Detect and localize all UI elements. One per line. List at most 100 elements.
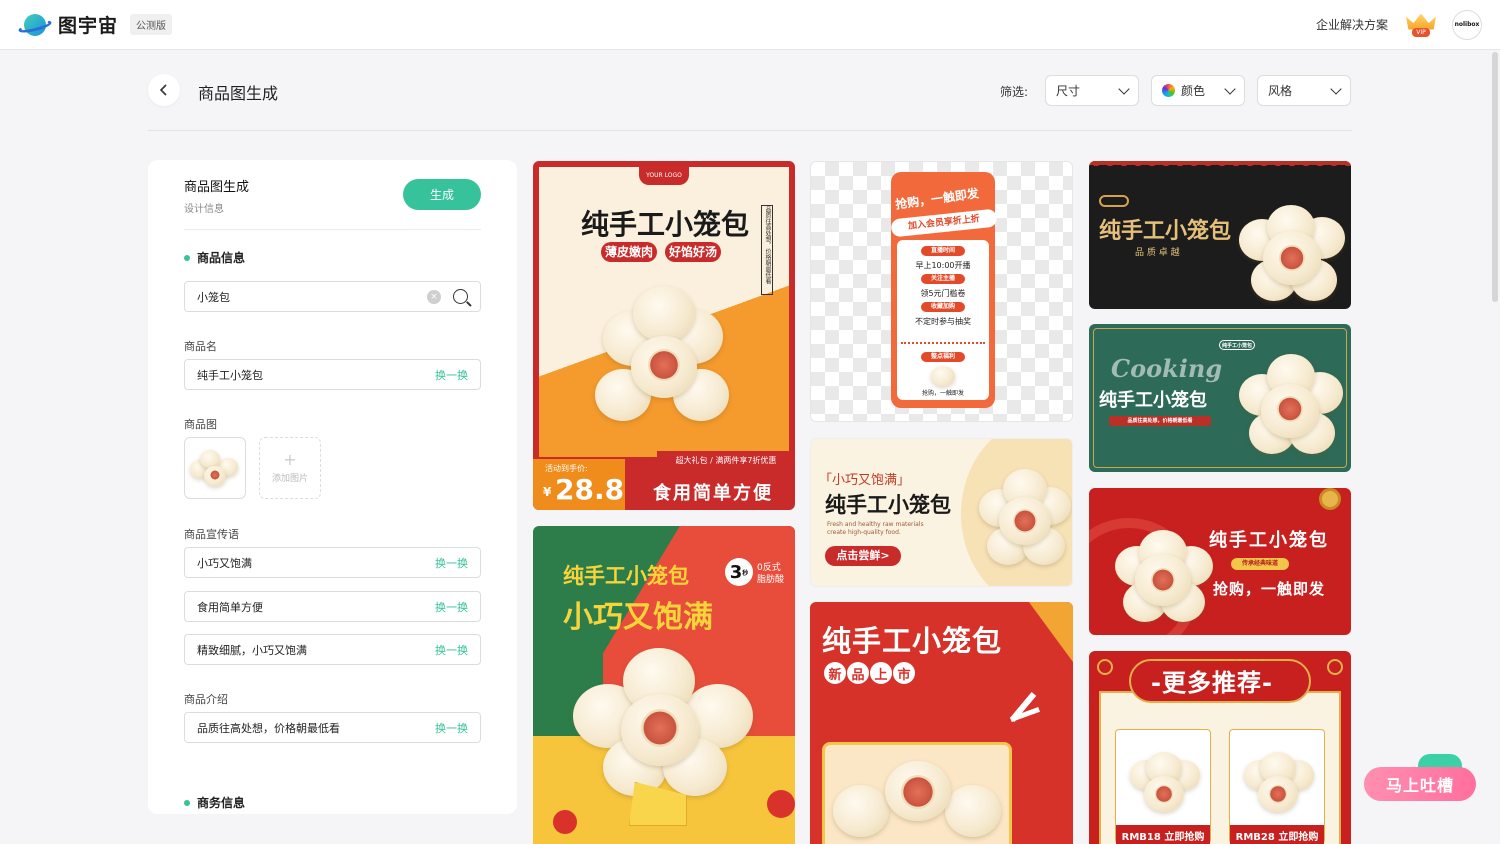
style-filter-dropdown[interactable]: 风格	[1257, 75, 1351, 106]
chevron-left-icon	[159, 84, 167, 96]
card-5-corner	[1028, 602, 1073, 662]
slogan-value-3: 精致细腻，小巧又饱满	[197, 643, 307, 657]
card-3-binder-rings	[901, 336, 985, 344]
product-name-label: 商品名	[184, 340, 217, 353]
swap-intro-button[interactable]: 换一换	[435, 720, 468, 736]
card-8-tag: 传承经典味道	[1231, 558, 1289, 570]
slogan-value-2: 食用简单方便	[197, 600, 263, 614]
chevron-down-icon	[1118, 82, 1130, 95]
add-image-button[interactable]: + 添加图片	[259, 437, 321, 499]
search-icon[interactable]	[453, 289, 468, 304]
result-card-6[interactable]: 纯手工小笼包 品 质 卓 越	[1089, 161, 1351, 309]
card-2-badge-text: 0反式 脂肪酸	[757, 562, 784, 586]
card-3-line-2: 领5元门槛卷	[920, 289, 966, 298]
result-card-3[interactable]: 抢购，一触即发 加入会员享折上折 直播时间 早上10:00开播 关注主播 领5元…	[810, 161, 1073, 422]
card-1-slogan: 食用简单方便	[653, 483, 773, 504]
card-3-line-3: 不定时参与抽奖	[915, 317, 971, 326]
recommend-item-2[interactable]: RMB28 立即抢购	[1229, 729, 1325, 844]
card-7-bottom-tag: 品质往高处想，价格朝最低看	[1109, 416, 1211, 426]
result-card-2[interactable]: 纯手工小笼包 小巧又饱满 3秒 0反式 脂肪酸	[533, 526, 795, 844]
card-4-quote: 「小巧又饱满」	[819, 473, 911, 488]
panel-title: 商品图生成	[184, 180, 250, 195]
product-name-field[interactable]: 纯手工小笼包 换一换	[184, 359, 481, 390]
result-card-9[interactable]: -更多推荐- RMB18 立即抢购 RMB28 立即抢购	[1089, 651, 1351, 844]
vip-crown-icon[interactable]: VIP	[1406, 13, 1436, 37]
product-intro-field[interactable]: 品质往高处想，价格朝最低看 换一换	[184, 712, 481, 743]
result-card-5[interactable]: 纯手工小笼包 新 品 上 市	[810, 602, 1073, 844]
swap-slogan-1-button[interactable]: 换一换	[435, 555, 468, 571]
page-scrollbar[interactable]	[1492, 52, 1498, 302]
chevron-down-icon	[1330, 82, 1342, 95]
card-5-title: 纯手工小笼包	[822, 624, 1003, 658]
vip-badge-text: VIP	[1412, 27, 1430, 37]
result-card-1[interactable]: YOUR LOGO 纯手工小笼包 薄皮嫩肉 好馅好汤 品质往高处想，价格朝最低看…	[533, 161, 795, 510]
chevron-down-icon	[1224, 82, 1236, 95]
card-3-line-1: 早上10:00开播	[915, 261, 971, 270]
product-image-thumbnail[interactable]	[184, 437, 246, 499]
card-8-slogan: 抢购，一触即发	[1213, 580, 1326, 598]
swap-slogan-2-button[interactable]: 换一换	[435, 599, 468, 615]
card-3-info-panel: 直播时间 早上10:00开播 关注主播 领5元门槛卷 收藏加购 不定时参与抽奖 …	[897, 240, 989, 400]
card-4-en-2: create high-quality food.	[827, 529, 901, 536]
card-1-promo-strip: 超大礼包 / 满两件享7折优惠	[657, 451, 795, 469]
size-filter-label: 尺寸	[1056, 84, 1081, 98]
result-card-8[interactable]: 纯手工小笼包 传承经典味道 抢购，一触即发	[1089, 488, 1351, 635]
product-search-input[interactable]: 小笼包 ×	[184, 281, 481, 312]
result-card-7[interactable]: 纯手工小笼包 Cooking 纯手工小笼包 品质往高处想，价格朝最低看	[1089, 324, 1351, 472]
generate-button[interactable]: 生成	[403, 179, 481, 210]
header-divider	[148, 130, 1352, 131]
add-image-label: 添加图片	[271, 473, 308, 484]
card-3-label-3: 收藏加购	[921, 302, 965, 312]
card-1-price-block: 活动到手价: ¥ 28.8	[533, 459, 625, 510]
card-5-tag-char-3: 上	[870, 662, 892, 684]
recommend-item-1[interactable]: RMB18 立即抢购	[1115, 729, 1211, 844]
slogan-field-3[interactable]: 精致细腻，小巧又饱满 换一换	[184, 634, 481, 665]
slogan-label: 商品宣传语	[184, 528, 239, 541]
size-filter-dropdown[interactable]: 尺寸	[1045, 75, 1139, 106]
card-6-top-band	[1089, 161, 1351, 165]
product-info-heading: 商品信息	[184, 249, 245, 266]
card-7-script: Cooking	[1111, 354, 1223, 383]
user-avatar[interactable]: nolibox	[1452, 9, 1482, 40]
card-4-cta-button[interactable]: 点击尝鲜>	[825, 546, 901, 566]
card-3-label-4: 整点福利	[921, 352, 965, 362]
feedback-button[interactable]: 马上吐槽	[1364, 767, 1476, 801]
slogan-field-2[interactable]: 食用简单方便 换一换	[184, 591, 481, 622]
card-5-tag-char-2: 品	[847, 662, 869, 684]
recommend-item-1-label[interactable]: RMB18 立即抢购	[1116, 825, 1210, 844]
card-5-tag-char-4: 市	[893, 662, 915, 684]
card-3-label-1: 直播时间	[921, 246, 965, 256]
card-3-member: 加入会员享折上折	[890, 208, 998, 238]
card-7-top-tag: 纯手工小笼包	[1219, 340, 1255, 350]
app-logo-text[interactable]: 图宇宙	[58, 11, 118, 38]
product-image-label: 商品图	[184, 418, 217, 431]
enterprise-solutions-link[interactable]: 企业解决方案	[1316, 16, 1388, 33]
tomato-icon	[553, 810, 577, 834]
style-filter-label: 风格	[1268, 84, 1293, 98]
tomato-icon	[767, 790, 795, 818]
card-1-logo: YOUR LOGO	[639, 165, 689, 185]
result-card-4[interactable]: 「小巧又饱满」 纯手工小笼包 Fresh and healthy raw mat…	[810, 438, 1073, 587]
back-button[interactable]	[148, 74, 180, 106]
card-1-title: 纯手工小笼包	[581, 208, 750, 241]
swap-name-button[interactable]: 换一换	[435, 367, 468, 383]
product-info-heading-text: 商品信息	[197, 251, 246, 265]
card-3-label-2: 关注主播	[921, 274, 965, 284]
panel-subtitle: 设计信息	[184, 204, 224, 215]
card-1-side-text: 品质往高处想，价格朝最低看	[761, 205, 773, 295]
card-2-badge-line-2: 脂肪酸	[757, 575, 785, 585]
ornament-icon	[1327, 659, 1343, 675]
card-3-phone-frame: 抢购，一触即发 加入会员享折上折 直播时间 早上10:00开播 关注主播 领5元…	[890, 172, 998, 408]
card-5-spark-icon	[1009, 690, 1046, 726]
color-filter-dropdown[interactable]: 颜色	[1151, 75, 1245, 106]
card-1-tag-1: 薄皮嫩肉	[601, 242, 657, 262]
clear-icon[interactable]: ×	[427, 289, 441, 304]
slogan-field-1[interactable]: 小巧又饱满 换一换	[184, 547, 481, 578]
design-info-panel: 商品图生成 设计信息 生成 商品信息 小笼包 × 商品名 纯手工小笼包 换一换 …	[148, 160, 517, 814]
planet-logo-icon[interactable]	[17, 12, 53, 38]
business-info-heading: 商务信息	[184, 794, 245, 811]
card-8-title: 纯手工小笼包	[1209, 530, 1329, 551]
swap-slogan-3-button[interactable]: 换一换	[435, 642, 468, 658]
plus-icon: +	[283, 449, 297, 469]
recommend-item-2-label[interactable]: RMB28 立即抢购	[1230, 825, 1324, 844]
